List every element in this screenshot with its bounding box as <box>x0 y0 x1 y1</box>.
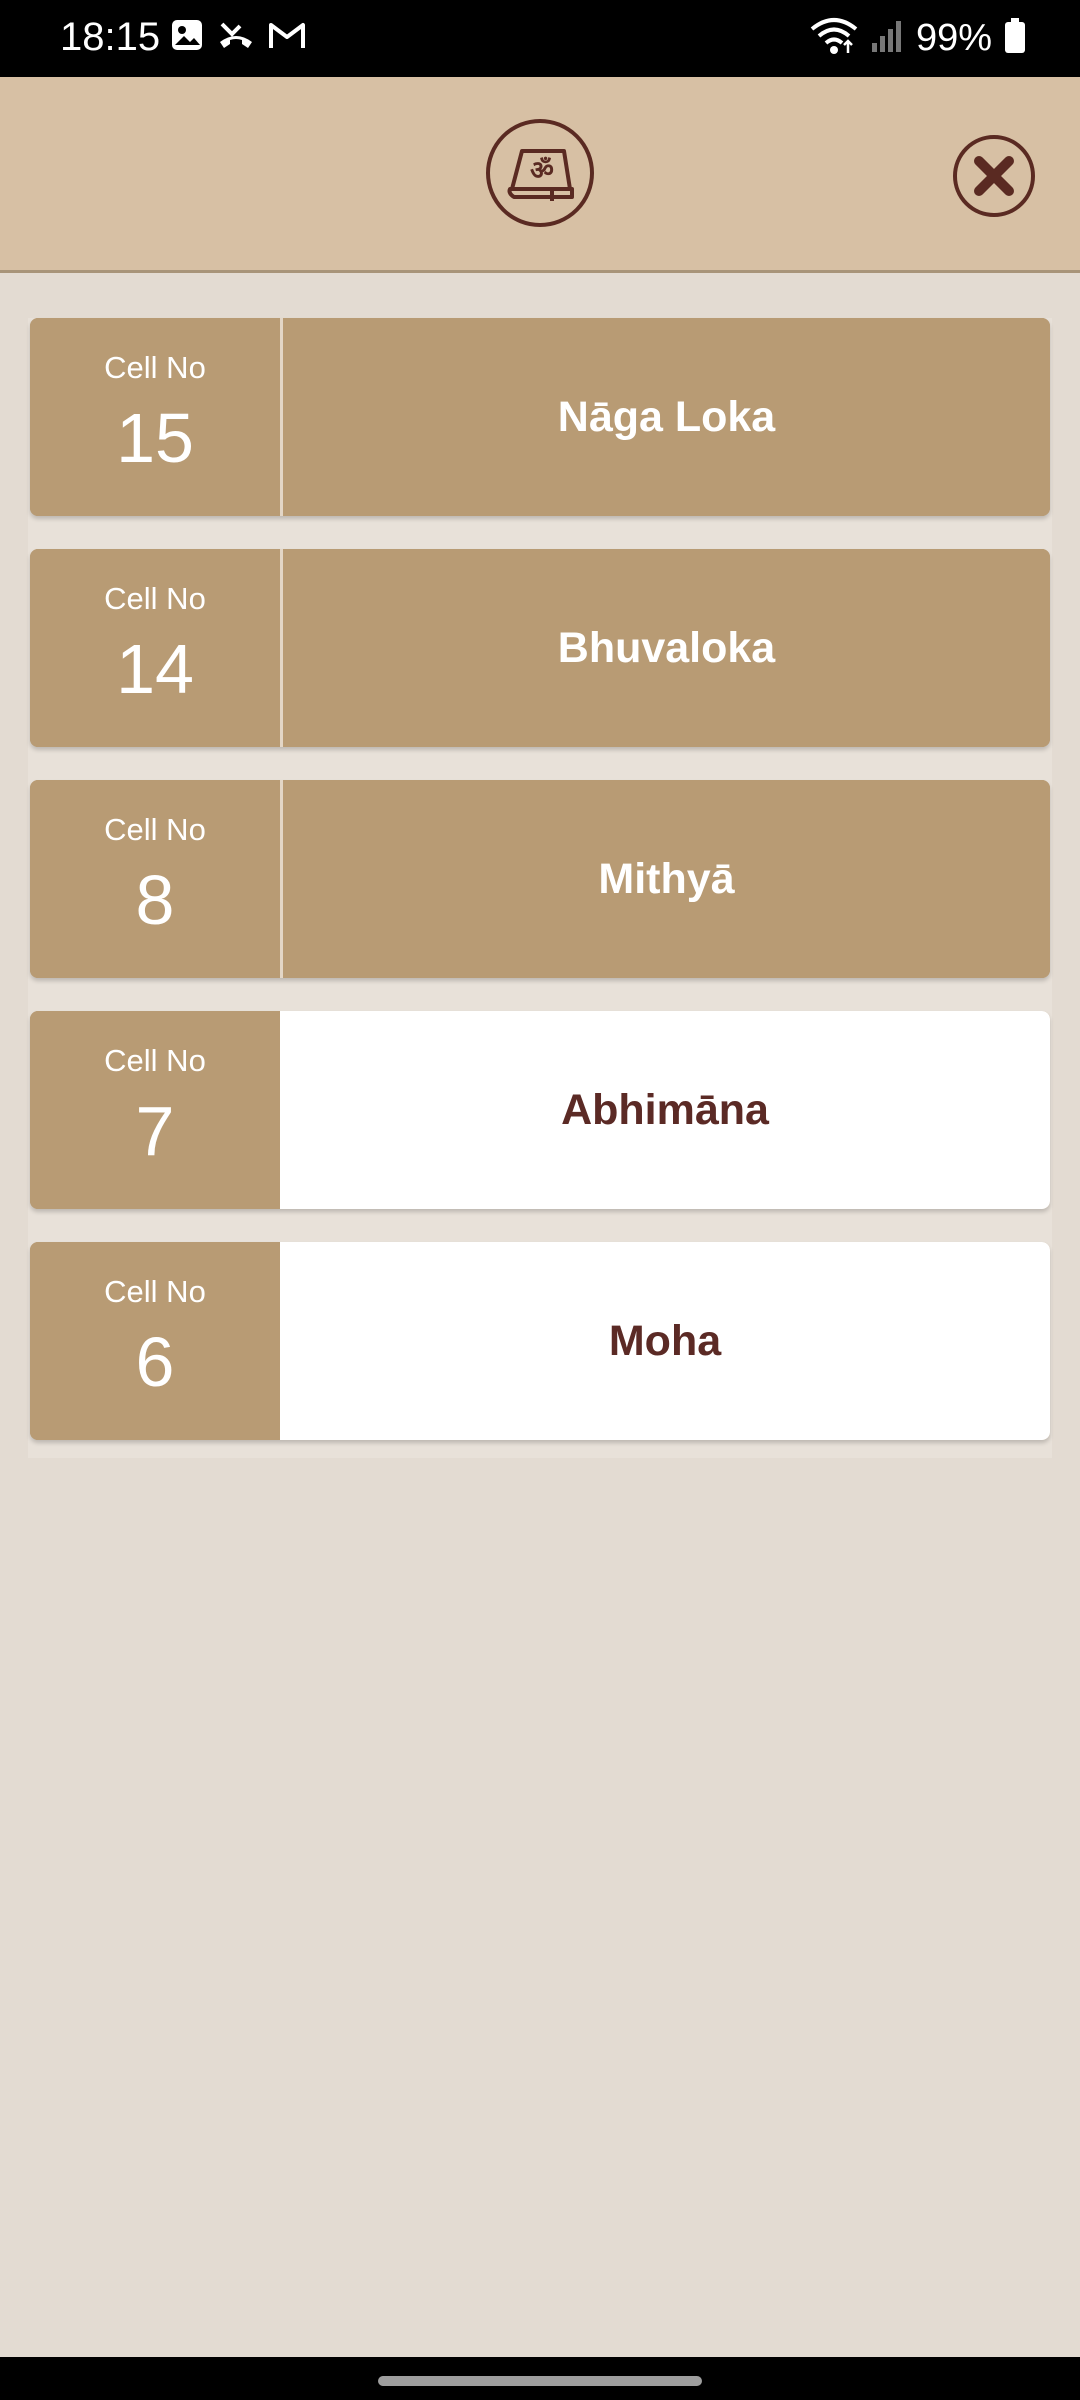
close-button[interactable] <box>953 135 1035 217</box>
list-item[interactable]: Cell No 14 Bhuvaloka <box>30 549 1050 747</box>
cell-label: Cell No <box>104 1043 206 1078</box>
cell-number: 6 <box>135 1323 175 1401</box>
status-bar: 18:15 99% <box>0 0 1080 77</box>
cell-label: Cell No <box>104 1274 206 1309</box>
cell-name: Mithyā <box>598 854 735 903</box>
home-gesture-handle[interactable] <box>378 2376 702 2386</box>
cell-number-box: Cell No 14 <box>30 549 283 747</box>
cell-number: 7 <box>135 1092 175 1170</box>
status-time: 18:15 <box>60 15 161 59</box>
cell-name: Moha <box>608 1316 722 1365</box>
status-system-icons: 99% <box>810 14 1026 62</box>
cell-name: Abhimāna <box>561 1085 769 1134</box>
list-item[interactable]: Cell No 7 Abhimāna <box>30 1011 1050 1209</box>
screen: 18:15 99% ॐ Cell No 15 Nāga Loka Cell No… <box>0 0 1080 2400</box>
gmail-icon <box>268 20 306 55</box>
missed-call-icon <box>218 18 254 57</box>
list-item[interactable]: Cell No 8 Mithyā <box>30 780 1050 978</box>
cell-number: 15 <box>116 399 194 477</box>
svg-text:ॐ: ॐ <box>530 156 554 186</box>
cell-name-box: Mithyā <box>283 780 1050 978</box>
cell-label: Cell No <box>104 581 206 616</box>
list-item[interactable]: Cell No 15 Nāga Loka <box>30 318 1050 516</box>
battery-percentage: 99% <box>915 17 992 59</box>
cell-name-box: Moha <box>280 1242 1050 1440</box>
status-notification-icons <box>170 18 306 57</box>
close-icon <box>974 156 1014 196</box>
cell-label: Cell No <box>104 812 206 847</box>
cell-name-box: Abhimāna <box>280 1011 1050 1209</box>
navigation-bar <box>0 2357 1080 2400</box>
cell-number-box: Cell No 7 <box>30 1011 280 1209</box>
om-book-icon: ॐ <box>486 119 594 227</box>
cell-number: 8 <box>135 861 175 939</box>
wifi-icon <box>810 17 858 60</box>
battery-icon <box>1004 17 1026 59</box>
cell-number-box: Cell No 8 <box>30 780 283 978</box>
cell-name: Bhuvaloka <box>557 623 776 672</box>
list-item[interactable]: Cell No 6 Moha <box>30 1242 1050 1440</box>
cell-label: Cell No <box>104 350 206 385</box>
gallery-icon <box>170 18 204 57</box>
cell-name-box: Bhuvaloka <box>283 549 1050 747</box>
cell-name-box: Nāga Loka <box>283 318 1050 516</box>
cell-list: Cell No 15 Nāga Loka Cell No 14 Bhuvalok… <box>28 318 1052 1458</box>
signal-icon <box>870 19 904 58</box>
cell-number-box: Cell No 6 <box>30 1242 280 1440</box>
cell-number-box: Cell No 15 <box>30 318 283 516</box>
header: ॐ <box>0 77 1080 273</box>
cell-number: 14 <box>116 630 194 708</box>
cell-name: Nāga Loka <box>557 392 776 441</box>
